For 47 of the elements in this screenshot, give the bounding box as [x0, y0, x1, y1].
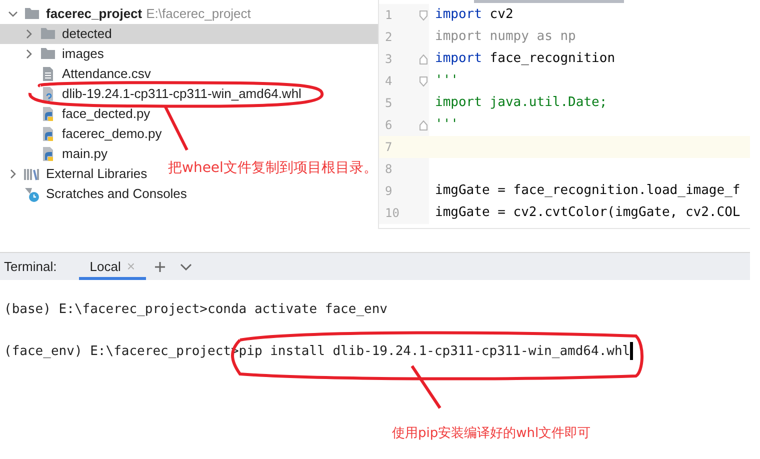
folder-icon	[24, 6, 40, 22]
terminal-tab[interactable]: Local ×	[78, 253, 146, 280]
folder-icon	[40, 26, 56, 42]
line-number: 7	[385, 139, 392, 156]
code-line: import java.util.Date;	[434, 94, 608, 112]
annotation-text: 使用pip安装编译好的whl文件即可	[392, 425, 591, 443]
text-cursor	[630, 342, 634, 360]
terminal-line: (base) E:\facerec_project>conda activate face_env	[4, 301, 388, 319]
code-line: import cv2	[434, 6, 514, 24]
line-number: 9	[385, 183, 392, 200]
folder-icon	[40, 46, 56, 62]
annotation-text: 把wheel文件复制到项目根目录。	[168, 159, 378, 178]
tree-row[interactable]: detected	[0, 24, 378, 44]
code-line: '''	[434, 116, 458, 134]
code-line: import numpy as np	[434, 28, 576, 46]
project-name[interactable]: facerec_project	[46, 4, 142, 24]
scratches-icon	[24, 186, 40, 202]
unknown-file-icon	[40, 86, 56, 102]
line-number: 5	[385, 95, 392, 112]
line-number: 2	[385, 29, 392, 46]
tree-row[interactable]: dlib-19.24.1-cp311-cp311-win_amd64.whl	[0, 84, 378, 104]
python-file-icon	[40, 126, 56, 142]
line-number: 6	[385, 117, 392, 134]
terminal-label: Terminal:	[3, 258, 58, 276]
library-icon	[24, 166, 40, 182]
leader-line	[164, 105, 188, 151]
project-path: E:\facerec_project	[146, 5, 251, 24]
leader-line	[410, 365, 442, 409]
text-file-icon	[40, 66, 56, 82]
line-number: 3	[385, 51, 392, 68]
python-file-icon	[40, 146, 56, 162]
plus-icon[interactable]	[154, 260, 166, 272]
tree-item[interactable]: Scratches and Consoles	[46, 184, 187, 204]
tree-row[interactable]: face_dected.py	[0, 104, 378, 124]
code-line: imgGate = face_recognition.load_image_f	[434, 182, 740, 200]
code-line: imgGate = cv2.cvtColor(imgGate, cv2.COL	[434, 204, 740, 222]
code-line: '''	[434, 72, 458, 90]
tree-item[interactable]: External Libraries	[46, 164, 148, 184]
python-file-icon	[40, 106, 56, 122]
tree-row[interactable]: facerec_demo.py	[0, 124, 378, 144]
line-number: 4	[385, 73, 392, 90]
code-line: import face_recognition	[434, 50, 616, 68]
line-number: 8	[385, 161, 392, 178]
tree-row[interactable]: Attendance.csv	[0, 64, 378, 84]
tree-row[interactable]: images	[0, 44, 378, 64]
line-number: 1	[385, 7, 392, 24]
line-number: 10	[385, 205, 400, 222]
